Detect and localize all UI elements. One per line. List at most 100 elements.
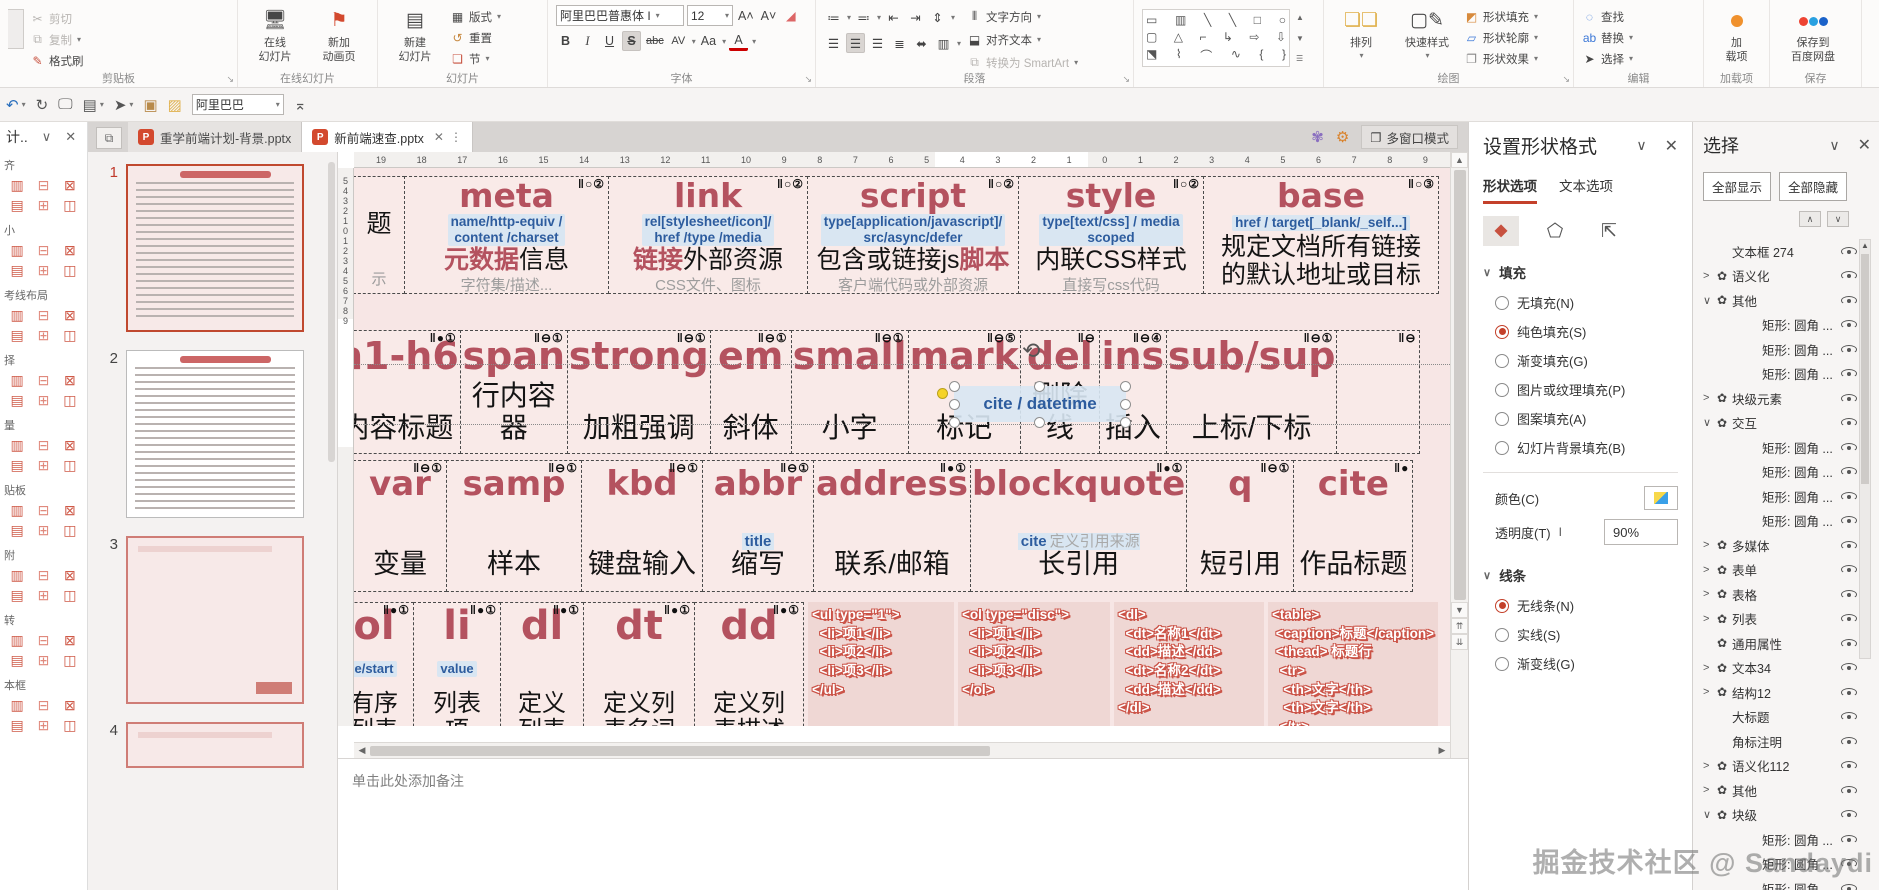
visibility-eye-icon[interactable] <box>1841 393 1857 403</box>
find-button[interactable]: ◌ 查找 <box>1582 7 1633 26</box>
selection-list-item[interactable]: > ✿ 块级元素 <box>1703 386 1871 411</box>
tool-icon[interactable] <box>10 262 24 278</box>
tag-card[interactable]: ‖⊖① small 小字 <box>790 330 909 454</box>
code-snippet-card[interactable]: <ol type="disc"> <li>项1</li> <li>项2</li>… <box>958 602 1110 726</box>
tag-card[interactable]: ‖⊖① q 短引用 <box>1186 460 1295 592</box>
selection-scrollbar[interactable]: ▲ <box>1859 239 1871 659</box>
tool-icon[interactable] <box>36 177 50 193</box>
grow-font-button[interactable]: A˄ <box>736 6 756 26</box>
line-section-header[interactable]: ∨ 线条 <box>1483 565 1678 585</box>
fill-option-radio[interactable]: 渐变填充(G) <box>1483 346 1678 375</box>
redo-button[interactable]: ↻ <box>36 96 49 114</box>
selection-list-item[interactable]: 矩形: 圆角 ... <box>1703 337 1871 362</box>
font-dialog-launcher[interactable]: ↘ <box>804 74 812 85</box>
tag-card[interactable]: ‖⊖⑤ mark 标记 <box>907 330 1021 454</box>
numbering-button[interactable]: ≕ <box>854 7 873 27</box>
move-down-button[interactable]: ∨ <box>1827 211 1849 227</box>
slide-thumbnail-image[interactable] <box>126 164 304 332</box>
selection-list-item[interactable]: 矩形: 圆角 ... <box>1703 435 1871 460</box>
tool-icon[interactable] <box>36 717 50 733</box>
visibility-eye-icon[interactable] <box>1841 491 1857 501</box>
tool-icon[interactable] <box>36 502 50 518</box>
visibility-eye-icon[interactable] <box>1841 638 1857 648</box>
underline-button[interactable]: U <box>600 31 619 51</box>
vertical-scrollbar[interactable]: ▲ ▼ ⇈ ⇊ <box>1450 152 1468 758</box>
horizontal-scrollbar[interactable]: ◀ ▶ <box>354 742 1450 758</box>
next-slide-button[interactable]: ⇊ <box>1451 634 1468 650</box>
tool-icon[interactable] <box>63 307 77 323</box>
tool-icon[interactable] <box>36 197 50 213</box>
tool-icon[interactable] <box>10 307 24 323</box>
fill-option-radio[interactable]: 幻灯片背景填充(B) <box>1483 433 1678 462</box>
clipboard-panel-button[interactable]: ▣ <box>143 96 157 114</box>
new-slide-button[interactable]: ▤ 新建 幻灯片 <box>386 5 444 65</box>
pointer-tool-button[interactable]: ➤ ▾ <box>114 96 134 114</box>
tag-card[interactable]: ‖⊖ del 删除线 <box>1019 330 1100 454</box>
selection-list-item[interactable]: > ✿ 表格 <box>1703 582 1871 607</box>
tag-card[interactable]: ‖○② style type[text/css] / media scoped … <box>1018 176 1204 294</box>
visibility-eye-icon[interactable] <box>1841 589 1857 599</box>
tool-icon[interactable] <box>63 372 77 388</box>
fill-option-radio[interactable]: 图案填充(A) <box>1483 404 1678 433</box>
tool-icon[interactable] <box>36 457 50 473</box>
tool-icon[interactable] <box>63 652 77 668</box>
close-icon[interactable]: ✕ <box>1665 136 1678 156</box>
shape-effects-button[interactable]: ❐ 形状效果 ▾ <box>1464 49 1538 68</box>
visibility-eye-icon[interactable] <box>1841 246 1857 256</box>
view-mode-button[interactable]: ▤ ▾ <box>83 96 104 114</box>
tag-card[interactable]: ‖●① h1-h6 内容标题 <box>354 330 461 454</box>
chevron-down-icon[interactable]: ∨ <box>42 129 52 145</box>
visibility-eye-icon[interactable] <box>1841 467 1857 477</box>
tool-icon[interactable] <box>63 522 77 538</box>
close-tab-icon[interactable]: ✕ <box>434 130 444 144</box>
selection-list-item[interactable]: > ✿ 语义化 <box>1703 264 1871 289</box>
move-up-button[interactable]: ∧ <box>1799 211 1821 227</box>
qat-font-combo[interactable]: 阿里巴巴 ▾ <box>191 94 284 115</box>
transparency-input[interactable]: 90% <box>1604 519 1678 545</box>
tool-icon[interactable] <box>63 437 77 453</box>
horizontal-ruler[interactable]: 19 18 17 16 15 14 13 12 11 10 9 8 7 6 5 4 3 2 1 0 1 2 3 4 5 6 7 8 9 <box>354 152 1450 168</box>
expand-icon[interactable]: > <box>1703 392 1717 404</box>
visibility-eye-icon[interactable] <box>1841 834 1857 844</box>
visibility-eye-icon[interactable] <box>1841 785 1857 795</box>
fill-color-button[interactable]: ▨ <box>168 96 182 114</box>
show-all-button[interactable]: 全部显示 <box>1703 172 1772 201</box>
hide-all-button[interactable]: 全部隐藏 <box>1779 172 1848 201</box>
format-painter-button[interactable]: ✎ 格式刷 <box>30 51 83 70</box>
visibility-eye-icon[interactable] <box>1841 344 1857 354</box>
italic-button[interactable]: I <box>578 31 597 51</box>
tool-icon[interactable] <box>63 632 77 648</box>
gallery-down-button[interactable]: ▼ <box>1296 34 1304 43</box>
slide-thumbnail-image[interactable] <box>126 722 304 768</box>
selection-list-item[interactable]: 大标题 <box>1703 705 1871 730</box>
selection-list-item[interactable]: > ✿ 列表 <box>1703 607 1871 632</box>
tool-icon[interactable] <box>63 717 77 733</box>
fill-section-header[interactable]: ∨ 填充 <box>1483 262 1678 282</box>
selection-list-item[interactable]: 矩形: 圆角 ... <box>1703 827 1871 852</box>
tool-icon[interactable] <box>10 567 24 583</box>
expand-icon[interactable]: ∨ <box>1703 808 1717 821</box>
shrink-font-button[interactable]: A˅ <box>759 6 779 26</box>
selection-list-item[interactable]: > ✿ 语义化112 <box>1703 754 1871 779</box>
quick-styles-button[interactable]: ▢✎ 快速样式 ▾ <box>1396 5 1458 61</box>
tool-icon[interactable] <box>10 327 24 343</box>
visibility-eye-icon[interactable] <box>1841 565 1857 575</box>
fill-option-radio[interactable]: 纯色填充(S) <box>1483 317 1678 346</box>
tag-card[interactable]: ‖⊖① var 变量 <box>354 460 447 592</box>
tool-icon[interactable] <box>36 327 50 343</box>
code-snippet-card[interactable]: <table> <caption>标题</caption> <thead> 标题… <box>1268 602 1439 726</box>
selection-list-item[interactable]: 角标注明 <box>1703 729 1871 754</box>
tag-card[interactable]: ‖● cite 作品标题 <box>1293 460 1414 592</box>
tool-icon[interactable] <box>36 697 50 713</box>
align-right-button[interactable]: ☰ <box>868 33 887 53</box>
visibility-eye-icon[interactable] <box>1841 883 1857 890</box>
online-slides-button[interactable]: 🖥 在线 幻灯片 <box>246 5 304 65</box>
chevron-down-icon[interactable]: ∨ <box>1636 137 1646 154</box>
selection-list-item[interactable]: ∨ ✿ 交互 <box>1703 411 1871 436</box>
scrollbar-thumb[interactable] <box>370 745 990 756</box>
visibility-eye-icon[interactable] <box>1841 442 1857 452</box>
selection-list-item[interactable]: ✿ 通用属性 <box>1703 631 1871 656</box>
slide-thumbnail[interactable]: 3 <box>88 524 337 710</box>
selection-list-item[interactable]: 矩形: 圆角 ... <box>1703 460 1871 485</box>
gallery-more-button[interactable]: ☰ <box>1296 54 1304 63</box>
